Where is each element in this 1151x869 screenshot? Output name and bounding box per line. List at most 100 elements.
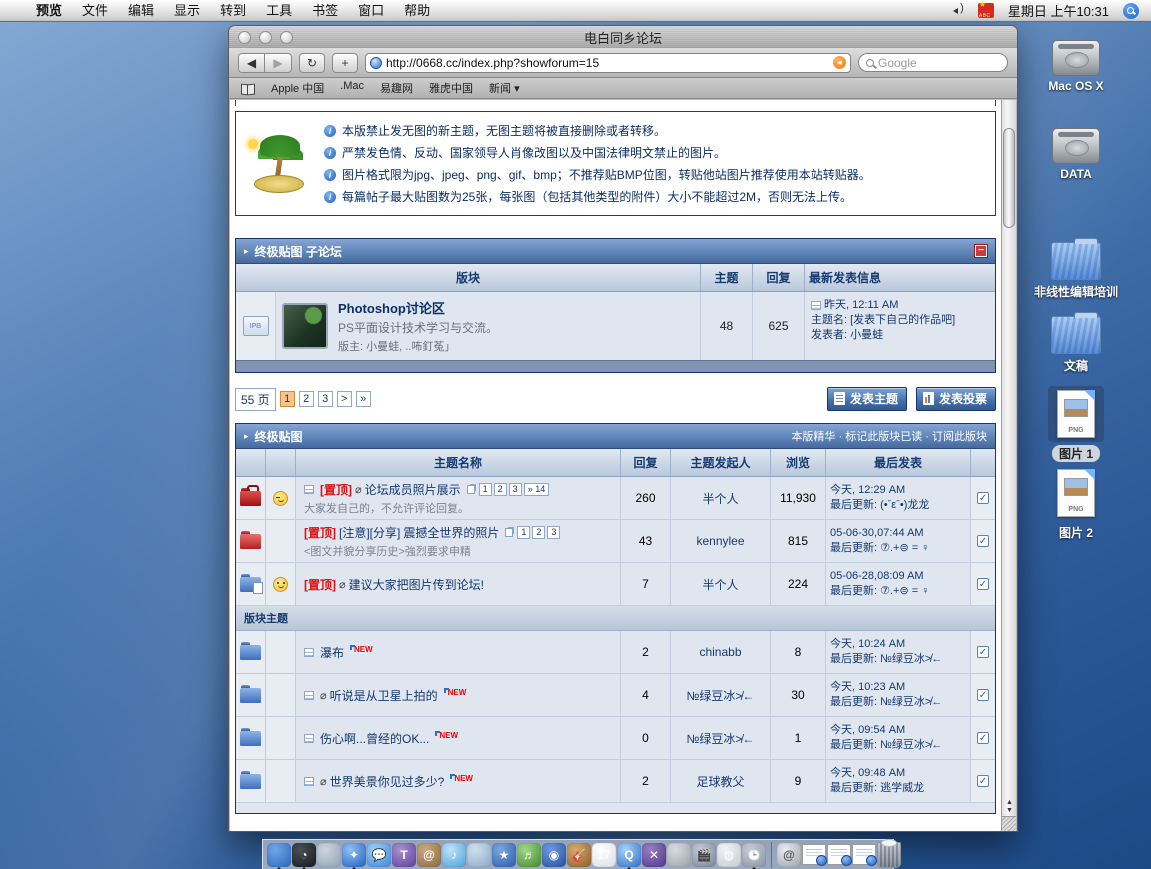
bookmarks-book-icon[interactable] <box>241 84 255 93</box>
new-poll-button[interactable]: 发表投票 <box>916 387 996 411</box>
bookmark-item[interactable]: Apple 中国 <box>271 80 324 96</box>
dock-app-purple-box-icon[interactable]: ✕ <box>642 843 666 867</box>
bookmark-item[interactable]: 新闻 ▾ <box>489 80 520 96</box>
google-search-field[interactable]: Google <box>858 53 1008 72</box>
lastpost-updated-by[interactable]: 最后更新: 逃学威龙 <box>830 781 924 796</box>
volume-icon[interactable] <box>950 5 964 17</box>
topic-title-link[interactable]: 听说是从卫星上拍的 <box>330 687 438 704</box>
goto-last-post-icon[interactable] <box>811 301 821 310</box>
folder-icon[interactable] <box>1051 316 1101 354</box>
topic-checkbox[interactable]: ✓ <box>977 646 989 658</box>
topic-starter-link[interactable]: 半个人 <box>671 477 771 519</box>
topic-page-link[interactable]: 3 <box>547 526 560 539</box>
dock-itunes-icon[interactable]: ♪ <box>442 843 466 867</box>
topic-checkbox[interactable]: ✓ <box>977 775 989 787</box>
desktop-icon[interactable]: 文稿 <box>1021 316 1131 374</box>
desktop-icon[interactable]: PNG图片 1 <box>1021 386 1131 462</box>
lastpost-updated-by[interactable]: 最后更新: ⑦.+⊜ = ♀ <box>830 584 929 599</box>
scrollbar-thumb[interactable] <box>1003 128 1015 228</box>
png-file-icon[interactable]: PNG <box>1057 390 1095 438</box>
dock-image-capture-icon[interactable]: 🕒 <box>742 843 766 867</box>
menu-item[interactable]: 窗口 <box>348 0 394 22</box>
topic-checkbox[interactable]: ✓ <box>977 492 989 504</box>
lastpost-updated-by[interactable]: 最后更新: (•ˉεˉ•)龙龙 <box>830 498 929 513</box>
desktop-icon[interactable]: PNG图片 2 <box>1021 465 1131 541</box>
topic-title-link[interactable]: 震撼全世界的照片 <box>403 524 499 541</box>
menu-item[interactable]: 编辑 <box>118 0 164 22</box>
forum-header-links[interactable]: 本版精华 · 标记此版块已读 · 订阅此版块 <box>791 428 987 444</box>
snapback-icon[interactable]: ◂ <box>833 56 846 69</box>
spotlight-icon[interactable] <box>1123 3 1139 19</box>
goto-last-post-icon[interactable] <box>304 734 314 743</box>
back-button[interactable]: ◀ <box>238 53 265 73</box>
topic-checkbox[interactable]: ✓ <box>977 732 989 744</box>
dock-safari-icon[interactable]: ✦ <box>342 843 366 867</box>
topic-title-link[interactable]: 论坛成员照片展示 <box>365 481 461 498</box>
dock-app-gray-apple-box-icon[interactable] <box>667 843 691 867</box>
topic-checkbox[interactable]: ✓ <box>977 535 989 547</box>
menu-item[interactable]: 书签 <box>302 0 348 22</box>
hard-disk-icon[interactable] <box>1052 128 1100 164</box>
topic-starter-link[interactable]: 半个人 <box>671 563 771 605</box>
topic-checkbox[interactable]: ✓ <box>977 689 989 701</box>
bookmark-item[interactable]: .Mac <box>340 80 364 96</box>
topic-starter-link[interactable]: 足球教父 <box>671 760 771 802</box>
page-link[interactable]: » <box>356 391 371 407</box>
dock-white-appliance-app-icon[interactable]: ◍ <box>717 843 741 867</box>
url-text[interactable]: http://0668.cc/index.php?showforum=15 <box>386 56 829 70</box>
collapse-button[interactable]: − <box>975 245 987 257</box>
new-topic-button[interactable]: 发表主题 <box>827 387 907 411</box>
input-method-flag-icon[interactable] <box>978 3 994 18</box>
photoshop-board-thumbnail[interactable] <box>282 303 328 349</box>
dock-mail-icon[interactable] <box>317 843 341 867</box>
desktop-icon[interactable]: Mac OS X <box>1021 40 1131 93</box>
dock-ichat-icon[interactable]: 💬 <box>367 843 391 867</box>
board-last-poster[interactable]: 发表者: 小曼蛙 <box>811 328 989 343</box>
topic-checkbox[interactable]: ✓ <box>977 578 989 590</box>
menubar-clock[interactable]: 星期日 上午10:31 <box>1008 1 1109 20</box>
topic-title-link[interactable]: 世界美景你见过多少? <box>330 773 445 790</box>
topic-page-link[interactable]: » 14 <box>524 483 550 496</box>
desktop-icon[interactable]: 非线性编辑培训 <box>1021 242 1131 300</box>
menu-item[interactable]: 显示 <box>164 0 210 22</box>
page-link[interactable]: 1 <box>280 391 295 407</box>
dock-minimized-window-icon[interactable] <box>827 844 851 865</box>
dock-minimized-window-icon[interactable] <box>802 844 826 865</box>
dock-dashboard-icon[interactable]: ◔ <box>292 843 316 867</box>
dock-dvd-player-icon[interactable]: ◉ <box>542 843 566 867</box>
goto-last-post-icon[interactable] <box>304 691 314 700</box>
topic-title-link[interactable]: 伤心啊...曾经的OK... <box>320 730 429 747</box>
lastpost-updated-by[interactable]: 最后更新: №绿豆冰≯← <box>830 695 942 710</box>
topic-title-link[interactable]: 瀑布 <box>320 644 344 661</box>
topic-page-link[interactable]: 2 <box>494 483 507 496</box>
page-link[interactable]: 2 <box>299 391 314 407</box>
topic-title-link[interactable]: 建议大家把图片传到论坛! <box>349 576 484 593</box>
folder-icon[interactable] <box>1051 242 1101 280</box>
topic-starter-link[interactable]: №绿豆冰≯← <box>671 717 771 759</box>
dock-minimized-window-icon[interactable] <box>852 844 876 865</box>
dock-idvd-green-icon[interactable]: ♬ <box>517 843 541 867</box>
lastpost-updated-by[interactable]: 最后更新: №绿豆冰≯← <box>830 738 942 753</box>
topic-page-link[interactable]: 1 <box>479 483 492 496</box>
vertical-scrollbar[interactable]: ▲▼ <box>1001 100 1016 831</box>
url-field[interactable]: http://0668.cc/index.php?showforum=15 ◂ <box>365 53 851 73</box>
dock-garageband-icon[interactable]: 🎸 <box>567 843 591 867</box>
dock-at-stand-icon[interactable]: @ <box>777 843 801 867</box>
dock-iphoto-icon[interactable] <box>467 843 491 867</box>
menu-item[interactable]: 工具 <box>256 0 302 22</box>
page-link[interactable]: 3 <box>318 391 333 407</box>
dock-finder-icon[interactable] <box>267 843 291 867</box>
dock-address-book-icon[interactable]: @ <box>417 843 441 867</box>
goto-last-post-icon[interactable] <box>304 777 314 786</box>
board-link-photoshop[interactable]: Photoshop讨论区 <box>338 298 498 317</box>
topic-page-link[interactable]: 3 <box>509 483 522 496</box>
forward-button[interactable]: ▶ <box>265 53 292 73</box>
topic-starter-link[interactable]: chinabb <box>671 631 771 673</box>
dock-clapper-app-icon[interactable]: 🎬 <box>692 843 716 867</box>
topic-starter-link[interactable]: №绿豆冰≯← <box>671 674 771 716</box>
page-link[interactable]: > <box>337 391 352 407</box>
menu-item[interactable]: 帮助 <box>394 0 440 22</box>
window-titlebar[interactable]: 电白同乡论坛 <box>229 26 1017 48</box>
dock-ical-icon[interactable]: 17 <box>592 843 616 867</box>
desktop-icon[interactable]: DATA <box>1021 128 1131 181</box>
